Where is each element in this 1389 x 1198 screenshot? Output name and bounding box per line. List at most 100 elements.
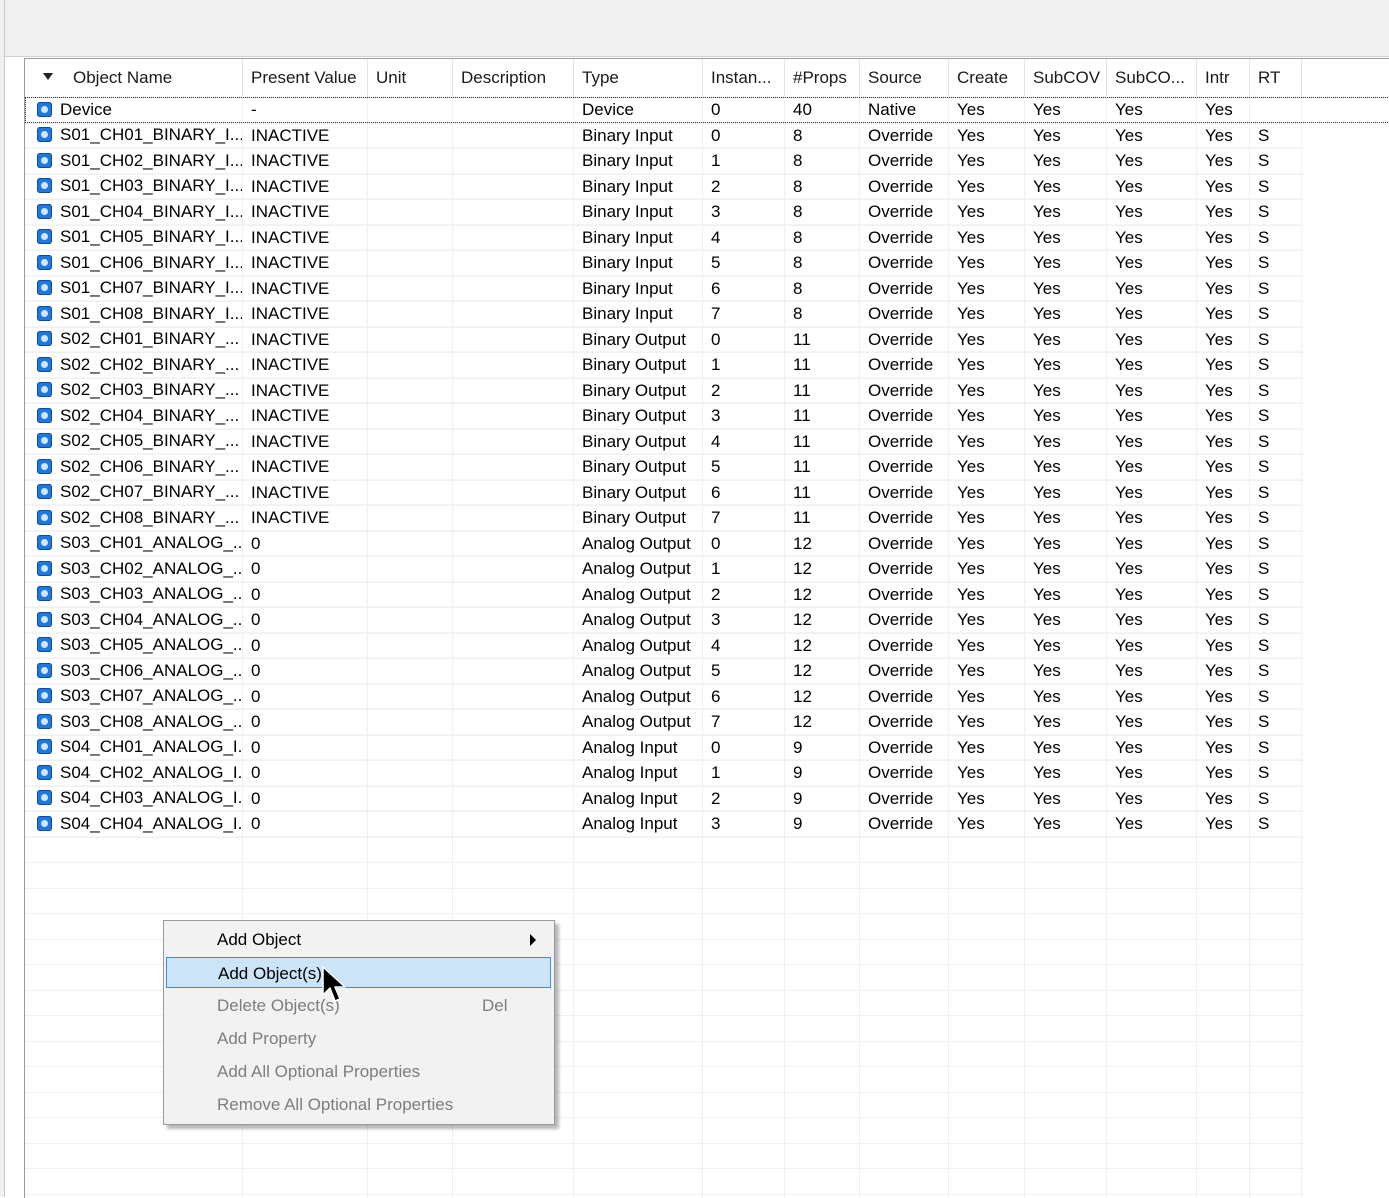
table-row[interactable]: S03_CH05_ANALOG_... 0 Analog Output 4 12 Over… (25, 633, 1389, 659)
table-row[interactable]: S03_CH08_ANALOG_... 0 Analog Output 7 12 Over… (25, 709, 1389, 735)
table-row[interactable]: S03_CH07_ANALOG_... 0 Analog Output 6 12 Over… (25, 684, 1389, 710)
cell-desc (453, 658, 574, 684)
cell-name: S04_CH01_ANALOG_I... (25, 735, 243, 761)
menu-item-add-property[interactable]: Add Property (166, 1023, 551, 1054)
menu-item-add-object[interactable]: Add Object (166, 924, 551, 955)
table-row[interactable]: S01_CH01_BINARY_I... INACTIVE Binary Input… (25, 123, 1389, 149)
cell-props: 8 (785, 225, 860, 251)
cell-intr: Yes (1197, 352, 1250, 378)
cell-props: 9 (785, 811, 860, 837)
cell-pv: INACTIVE (243, 301, 368, 327)
table-row[interactable]: S03_CH01_ANALOG_... 0 Analog Output 0 12 Over… (25, 531, 1389, 557)
table-row[interactable]: Device - Device 0 40 Native Yes Yes Yes Yes (25, 97, 1389, 123)
cell-create: Yes (949, 633, 1025, 659)
cell-type: Binary Input (574, 276, 703, 302)
object-name-text: S01_CH08_BINARY_I... (60, 301, 243, 326)
cell-name: S02_CH01_BINARY_... (25, 327, 243, 353)
column-header-description[interactable]: Description (453, 59, 574, 97)
object-name-text: S04_CH02_ANALOG_I... (60, 760, 243, 785)
bacnet-object-icon (37, 433, 52, 448)
cell-desc (453, 148, 574, 174)
cell-unit (368, 250, 453, 276)
cell-inst: 6 (703, 276, 785, 302)
cell-subcov: Yes (1025, 633, 1107, 659)
cell-subcov: Yes (1025, 556, 1107, 582)
cell-rt: S (1250, 633, 1302, 659)
table-row[interactable]: S03_CH02_ANALOG_... 0 Analog Output 1 12 Over… (25, 556, 1389, 582)
cell-unit (368, 199, 453, 225)
table-row[interactable]: S04_CH03_ANALOG_I... 0 Analog Input 2 9 Overr… (25, 786, 1389, 812)
table-row[interactable]: S02_CH01_BINARY_... INACTIVE Binary Output… (25, 327, 1389, 353)
cell-source: Override (860, 556, 949, 582)
cell-inst: 7 (703, 505, 785, 531)
table-row[interactable]: S01_CH05_BINARY_I... INACTIVE Binary Input… (25, 225, 1389, 251)
cell-inst: 6 (703, 684, 785, 710)
table-row[interactable]: S01_CH06_BINARY_I... INACTIVE Binary Input… (25, 250, 1389, 276)
cell-source: Override (860, 454, 949, 480)
cell-subco: Yes (1107, 327, 1197, 353)
cell-name: S01_CH04_BINARY_I... (25, 199, 243, 225)
cell-inst: 1 (703, 556, 785, 582)
cell-props: 12 (785, 709, 860, 735)
table-row[interactable]: S03_CH06_ANALOG_... 0 Analog Output 5 12 Over… (25, 658, 1389, 684)
cell-inst: 3 (703, 607, 785, 633)
column-header-rt[interactable]: RT (1250, 59, 1302, 97)
column-header-source[interactable]: Source (860, 59, 949, 97)
cell-subcov: Yes (1025, 684, 1107, 710)
table-row[interactable]: S01_CH07_BINARY_I... INACTIVE Binary Input… (25, 276, 1389, 302)
menu-item-delete-objects[interactable]: Delete Object(s) Del (166, 990, 551, 1021)
column-header-present-value[interactable]: Present Value (243, 59, 368, 97)
bacnet-object-icon (37, 280, 52, 295)
column-header-unit[interactable]: Unit (368, 59, 453, 97)
table-row[interactable]: S01_CH08_BINARY_I... INACTIVE Binary Input… (25, 301, 1389, 327)
table-row[interactable]: S04_CH01_ANALOG_I... 0 Analog Input 0 9 Overr… (25, 735, 1389, 761)
column-header-subcov[interactable]: SubCOV (1025, 59, 1107, 97)
cell-rt: S (1250, 786, 1302, 812)
table-row[interactable]: S03_CH03_ANALOG_... 0 Analog Output 2 12 Over… (25, 582, 1389, 608)
cell-pv: INACTIVE (243, 199, 368, 225)
menu-item-add-objects[interactable]: Add Object(s)... (166, 957, 551, 988)
table-row[interactable]: S02_CH03_BINARY_... INACTIVE Binary Output… (25, 378, 1389, 404)
table-row[interactable]: S02_CH05_BINARY_... INACTIVE Binary Output… (25, 429, 1389, 455)
column-header-create[interactable]: Create (949, 59, 1025, 97)
table-row[interactable]: S01_CH04_BINARY_I... INACTIVE Binary Input… (25, 199, 1389, 225)
table-row[interactable]: S01_CH03_BINARY_I... INACTIVE Binary Input… (25, 174, 1389, 200)
cell-rt: S (1250, 760, 1302, 786)
cell-name: S01_CH01_BINARY_I... (25, 123, 243, 149)
table-row[interactable]: S02_CH08_BINARY_... INACTIVE Binary Output… (25, 505, 1389, 531)
table-row[interactable]: S02_CH04_BINARY_... INACTIVE Binary Output… (25, 403, 1389, 429)
window-left-edge (0, 0, 5, 1197)
cell-rt: S (1250, 174, 1302, 200)
column-header-type[interactable]: Type (574, 59, 703, 97)
table-row[interactable]: S01_CH02_BINARY_I... INACTIVE Binary Input… (25, 148, 1389, 174)
column-header-props[interactable]: #Props (785, 59, 860, 97)
menu-item-add-all-optional[interactable]: Add All Optional Properties (166, 1056, 551, 1087)
cell-pv: 0 (243, 684, 368, 710)
column-header-object-name[interactable]: Object Name (25, 59, 243, 97)
table-row[interactable]: S04_CH04_ANALOG_I... 0 Analog Input 3 9 Overr… (25, 811, 1389, 837)
cell-intr: Yes (1197, 709, 1250, 735)
menu-item-remove-all-optional[interactable]: Remove All Optional Properties (166, 1089, 551, 1120)
cell-subcov: Yes (1025, 505, 1107, 531)
table-row[interactable]: S03_CH04_ANALOG_... 0 Analog Output 3 12 Over… (25, 607, 1389, 633)
object-name-text: S02_CH03_BINARY_... (60, 378, 239, 403)
cell-name: S01_CH03_BINARY_I... (25, 174, 243, 200)
column-header-intr[interactable]: Intr (1197, 59, 1250, 97)
table-row[interactable]: S04_CH02_ANALOG_I... 0 Analog Input 1 9 Overr… (25, 760, 1389, 786)
cell-desc (453, 582, 574, 608)
table-row[interactable]: S02_CH07_BINARY_... INACTIVE Binary Output… (25, 480, 1389, 506)
table-row[interactable]: S02_CH06_BINARY_... INACTIVE Binary Output… (25, 454, 1389, 480)
bacnet-object-icon (37, 484, 52, 499)
cell-unit (368, 327, 453, 353)
cell-type: Binary Output (574, 327, 703, 353)
cell-subcov: Yes (1025, 327, 1107, 353)
cell-subcov: Yes (1025, 174, 1107, 200)
cell-source: Override (860, 480, 949, 506)
table-row[interactable]: S02_CH02_BINARY_... INACTIVE Binary Output… (25, 352, 1389, 378)
cell-desc (453, 811, 574, 837)
column-header-instance[interactable]: Instan... (703, 59, 785, 97)
cell-subcov: Yes (1025, 276, 1107, 302)
column-header-subco[interactable]: SubCO... (1107, 59, 1197, 97)
cell-rt: S (1250, 276, 1302, 302)
cell-intr: Yes (1197, 582, 1250, 608)
